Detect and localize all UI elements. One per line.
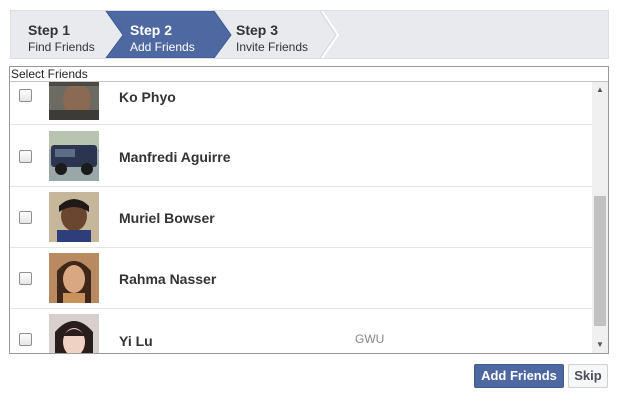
friend-checkbox[interactable] [19, 89, 32, 102]
select-friends-header: Select Friends [10, 67, 608, 82]
friend-name[interactable]: Rahma Nasser [119, 271, 216, 287]
scroll-thumb[interactable] [594, 196, 606, 326]
step-3-number: Step 3 [236, 22, 279, 38]
friend-photo [49, 82, 99, 120]
friend-photo [49, 253, 99, 303]
step-1-number: Step 1 [28, 22, 71, 38]
scroll-down-arrow-icon[interactable]: ▼ [592, 337, 608, 353]
friend-checkbox[interactable] [19, 333, 32, 346]
friend-photo-image [49, 253, 99, 303]
step-3-label: Invite Friends [236, 40, 309, 54]
friend-photo-image [49, 314, 99, 353]
friend-name[interactable]: Ko Phyo [119, 89, 176, 105]
add-friends-button[interactable]: Add Friends [474, 364, 564, 388]
friend-row[interactable]: Rahma Nasser [10, 248, 592, 309]
friend-row[interactable]: Ko Phyo [10, 82, 592, 125]
friend-name[interactable]: Muriel Bowser [119, 210, 215, 226]
step-2[interactable]: Step 2 Add Friends [106, 11, 236, 58]
friend-photo-image [49, 82, 99, 120]
friend-row[interactable]: Yi Lu GWU [10, 309, 592, 353]
friends-list[interactable]: Ko Phyo Manfredi Aguirre Muriel Bowser R… [10, 82, 592, 353]
step-2-number: Step 2 [130, 22, 173, 38]
friend-name[interactable]: Yi Lu [119, 333, 153, 349]
scroll-up-arrow-icon[interactable]: ▲ [592, 82, 608, 98]
friend-checkbox[interactable] [19, 272, 32, 285]
friend-photo-image [49, 192, 99, 242]
friend-name[interactable]: Manfredi Aguirre [119, 149, 231, 165]
friend-photo [49, 131, 99, 181]
steps-bar: Step 1 Find Friends Step 2 Add Friends S… [10, 10, 609, 59]
friend-row[interactable]: Muriel Bowser [10, 187, 592, 248]
friend-photo-image [49, 131, 99, 181]
step-1[interactable]: Step 1 Find Friends [11, 11, 121, 58]
skip-button[interactable]: Skip [568, 364, 608, 388]
select-friends-panel: Select Friends Ko Phyo Manfredi Aguirre … [9, 66, 609, 354]
step-2-label: Add Friends [130, 40, 195, 54]
friends-scrollbar[interactable]: ▲ ▼ [592, 82, 608, 353]
friend-row[interactable]: Manfredi Aguirre [10, 126, 592, 187]
friend-checkbox[interactable] [19, 150, 32, 163]
friend-photo [49, 314, 99, 353]
step-1-label: Find Friends [28, 40, 95, 54]
friend-checkbox[interactable] [19, 211, 32, 224]
friend-network: GWU [355, 332, 385, 346]
step-3[interactable]: Step 3 Invite Friends [221, 11, 351, 58]
friend-photo [49, 192, 99, 242]
